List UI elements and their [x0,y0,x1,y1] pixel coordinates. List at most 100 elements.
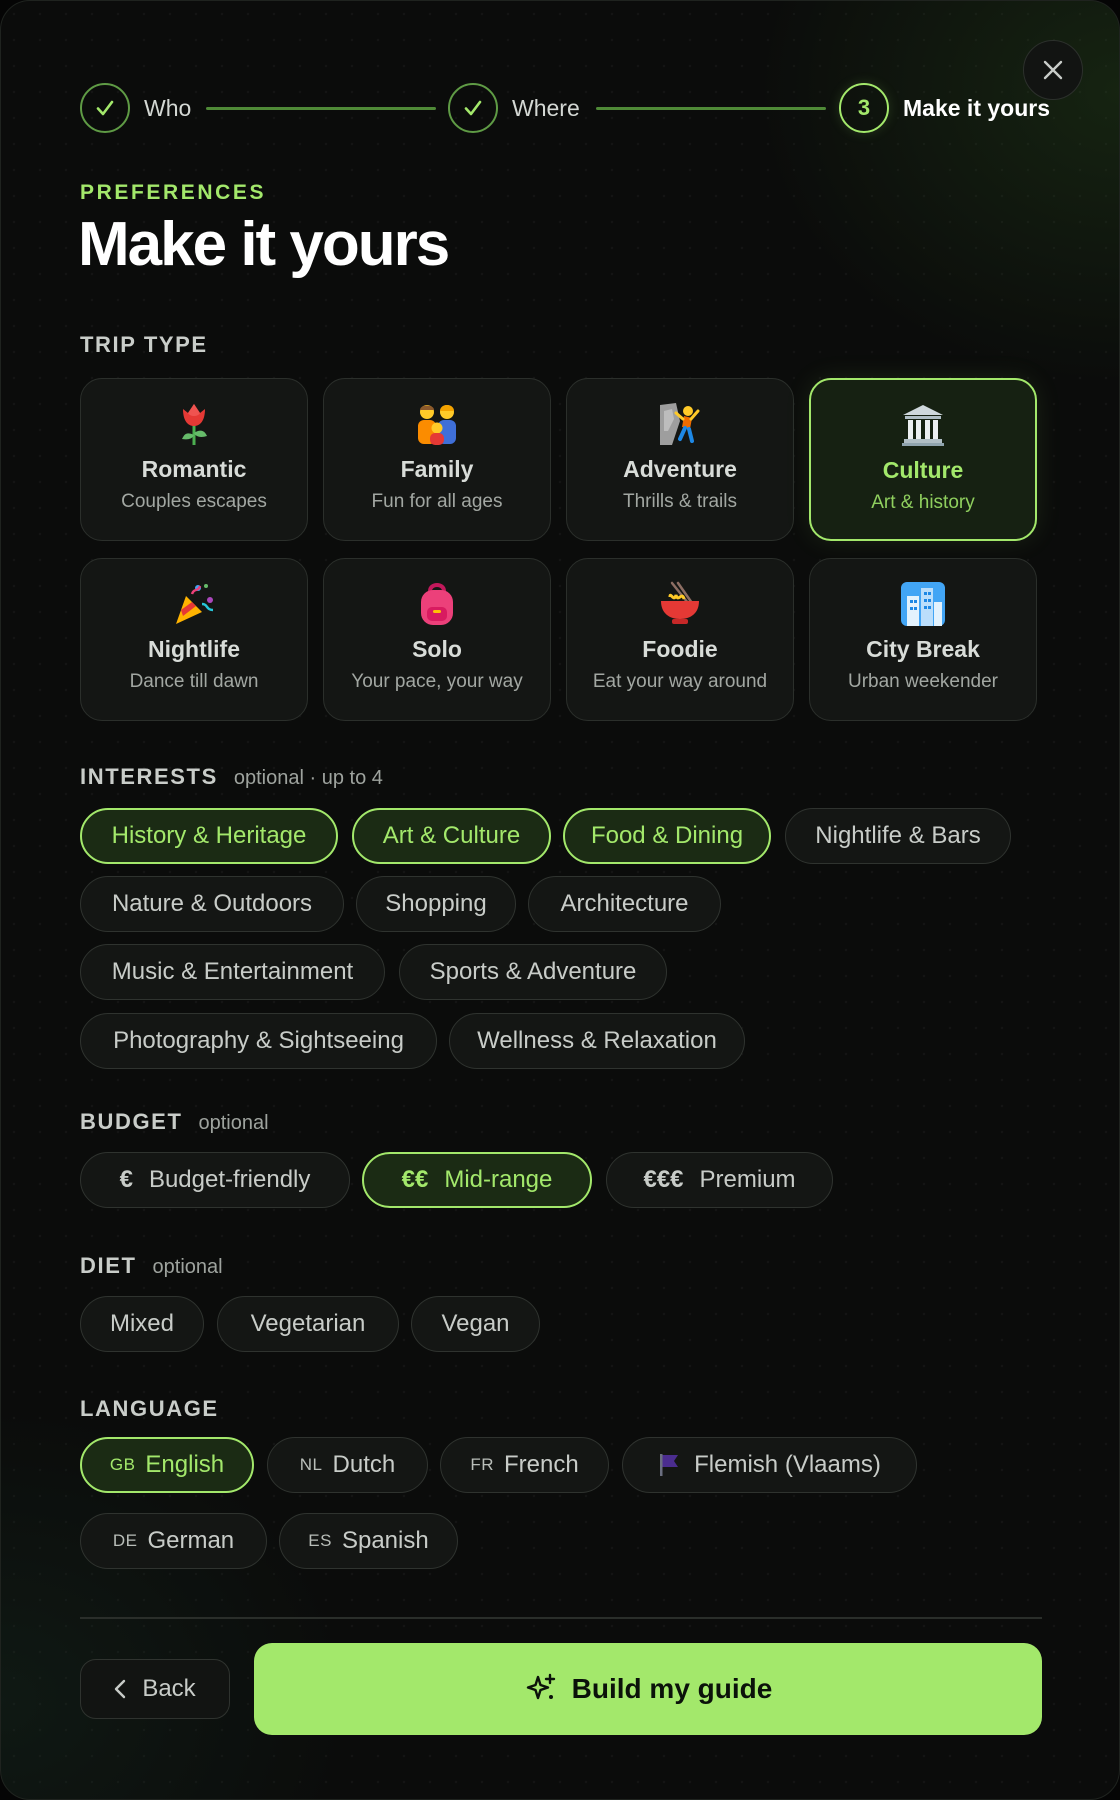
step-label: Who [144,94,192,121]
card-title: Romantic [141,456,247,482]
flag-icon [660,1454,679,1476]
page-title: Make it yours [78,210,450,279]
interest-chip-shopping[interactable]: Shopping [356,876,516,932]
budget-label: BUDGET optional [80,1109,269,1134]
chip-label: Premium [699,1166,796,1193]
trip-type-nightlife[interactable]: Nightlife Dance till dawn [80,558,308,721]
card-subtitle: Art & history [871,492,975,513]
museum-icon [900,402,946,448]
budget-chip-premium[interactable]: €€€ Premium [606,1152,833,1208]
card-subtitle: Your pace, your way [351,671,523,692]
interest-chip-wellness-relaxation[interactable]: Wellness & Relaxation [449,1013,745,1069]
chip-label: Mid-range [444,1166,553,1193]
card-title: Foodie [642,636,718,662]
language-label: LANGUAGE [80,1396,219,1421]
footer-divider [80,1617,1042,1619]
diet-chip-vegetarian[interactable]: Vegetarian [217,1296,399,1352]
diet-hint: optional [152,1256,223,1278]
country-code: ES [308,1531,332,1550]
build-guide-button[interactable]: Build my guide [254,1643,1042,1735]
rose-icon [171,401,217,447]
country-code: DE [112,1531,138,1550]
card-title: Family [400,456,474,482]
language-chip-english[interactable]: GB English [80,1437,254,1493]
card-subtitle: Thrills & trails [622,491,737,512]
interests-label: INTERESTS optional · up to 4 [80,764,383,789]
interest-chip-nature-outdoors[interactable]: Nature & Outdoors [80,876,344,932]
card-title: Solo [412,636,462,662]
trip-type-solo[interactable]: Solo Your pace, your way [323,558,551,721]
city-icon [900,581,946,627]
card-subtitle: Dance till dawn [129,671,259,692]
build-guide-label: Build my guide [571,1673,773,1704]
step-label: Make it yours [903,94,1050,121]
card-subtitle: Fun for all ages [371,491,503,512]
interest-chip-food-dining[interactable]: Food & Dining [563,808,771,864]
country-code: GB [109,1455,136,1474]
step-connector [596,107,826,110]
card-title: City Break [866,636,980,662]
step-done-circle [448,83,498,133]
budget-chip-mid-range[interactable]: €€ Mid-range [362,1152,592,1208]
trip-type-romantic[interactable]: Romantic Couples escapes [80,378,308,541]
euro-symbol: € [119,1166,133,1193]
chip-label: Dutch [332,1451,396,1478]
card-subtitle: Couples escapes [121,491,267,512]
check-icon [464,100,482,116]
interest-chip-music-entertainment[interactable]: Music & Entertainment [80,944,385,1000]
interests-hint: optional · up to 4 [233,767,383,789]
card-title: Adventure [623,456,737,482]
step-done-circle [80,83,130,133]
back-button[interactable]: Back [80,1659,230,1719]
step-label: Where [512,94,580,121]
chevron-left-icon [115,1679,126,1699]
interest-chip-art-culture[interactable]: Art & Culture [352,808,551,864]
chip-label: German [147,1527,235,1554]
diet-label: DIET optional [80,1253,223,1278]
card-title: Culture [882,457,964,483]
sparkles-icon [526,1673,555,1700]
check-icon [96,100,114,116]
trip-type-foodie[interactable]: Foodie Eat your way around [566,558,794,721]
step-connector [206,107,436,110]
trip-type-family[interactable]: Family Fun for all ages [323,378,551,541]
card-subtitle: Eat your way around [592,671,768,692]
budget-chip-budget-friendly[interactable]: € Budget-friendly [80,1152,350,1208]
trip-type-culture[interactable]: Culture Art & history [809,378,1037,541]
step-number-circle: 3 [839,83,889,133]
diet-chip-vegan[interactable]: Vegan [411,1296,540,1352]
language-chip-dutch[interactable]: NL Dutch [267,1437,428,1493]
step-who[interactable]: Who [80,82,191,134]
diet-chip-mixed[interactable]: Mixed [80,1296,204,1352]
language-chip-french[interactable]: FR French [440,1437,609,1493]
close-icon [1043,60,1063,80]
preferences-modal: Who Where 3 Make it yours PREFERENCES Ma… [0,0,1120,1800]
interest-chip-nightlife-bars[interactable]: Nightlife & Bars [785,808,1011,864]
card-subtitle: Urban weekender [848,671,998,692]
euro-symbol: €€€ [643,1166,684,1193]
language-chip-flemish[interactable]: Flemish (Vlaams) [622,1437,917,1493]
backpack-icon [414,581,460,627]
stepper: Who Where 3 Make it yours [80,82,1050,134]
back-label: Back [142,1675,196,1702]
climber-icon [657,401,703,447]
trip-type-label: TRIP TYPE [80,332,208,357]
chip-label: Budget-friendly [148,1166,311,1193]
interest-chip-sports-adventure[interactable]: Sports & Adventure [399,944,667,1000]
trip-type-adventure[interactable]: Adventure Thrills & trails [566,378,794,541]
country-code: NL [299,1455,323,1474]
step-make-it-yours[interactable]: 3 Make it yours [839,82,1050,134]
trip-type-city-break[interactable]: City Break Urban weekender [809,558,1037,721]
interest-chip-architecture[interactable]: Architecture [528,876,721,932]
country-code: FR [470,1455,494,1474]
step-where[interactable]: Where [448,82,580,134]
interest-chip-photography-sightseeing[interactable]: Photography & Sightseeing [80,1013,437,1069]
section-eyebrow: PREFERENCES [80,181,267,204]
interest-chip-history-heritage[interactable]: History & Heritage [80,808,338,864]
noodle-bowl-icon [657,581,703,627]
euro-symbol: €€ [401,1166,429,1193]
card-title: Nightlife [148,636,240,662]
budget-hint: optional [198,1112,269,1134]
language-chip-spanish[interactable]: ES Spanish [279,1513,458,1569]
language-chip-german[interactable]: DE German [80,1513,267,1569]
